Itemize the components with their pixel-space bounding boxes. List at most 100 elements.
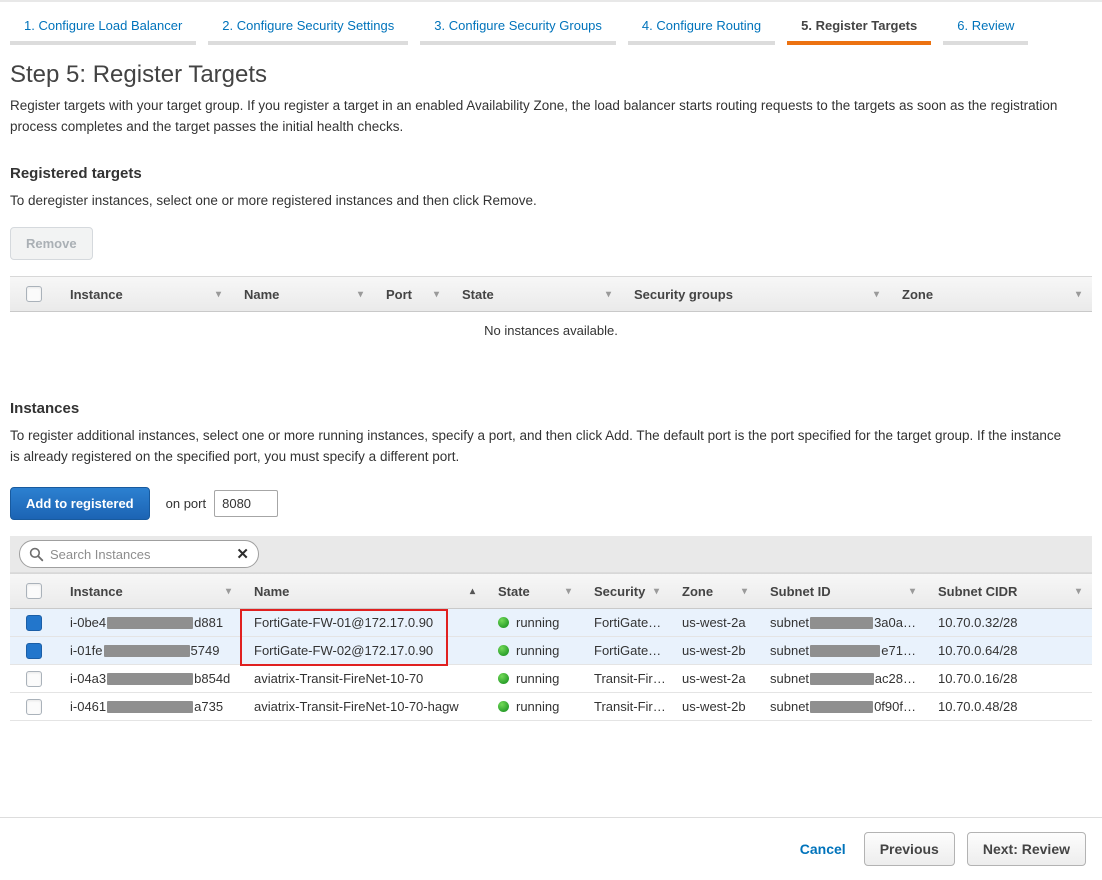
state-text: running — [516, 615, 559, 630]
subnet-id-text: 0f90f… — [874, 699, 916, 714]
redaction-block — [107, 701, 193, 713]
name-cell: FortiGate-FW-01@172.17.0.90 — [242, 609, 486, 636]
zone-cell: us-west-2b — [670, 693, 758, 720]
next-review-button[interactable]: Next: Review — [967, 832, 1086, 866]
instances-heading: Instances — [10, 400, 1092, 417]
table-row[interactable]: i-0be4d881 FortiGate-FW-01@172.17.0.90 r… — [10, 609, 1092, 637]
column-dropdown-icon[interactable]: ▾ — [226, 586, 231, 597]
instance-id-text: i-0be4 — [70, 615, 106, 630]
page-title: Step 5: Register Targets — [10, 61, 1092, 89]
column-dropdown-icon[interactable]: ▾ — [910, 586, 915, 597]
instances-description: To register additional instances, select… — [10, 425, 1070, 467]
subnet-cidr-cell: 10.70.0.32/28 — [926, 609, 1092, 636]
sort-ascending-icon[interactable]: ▴ — [470, 586, 475, 597]
row-checkbox[interactable] — [26, 699, 42, 715]
clear-search-icon[interactable]: ✕ — [236, 547, 249, 562]
instance-id-text: i-0461 — [70, 699, 106, 714]
column-header-zone[interactable]: Zone ▾ — [890, 277, 1092, 311]
registered-targets-heading: Registered targets — [10, 165, 1092, 182]
column-dropdown-icon[interactable]: ▾ — [1076, 289, 1081, 300]
column-header-zone[interactable]: Zone ▾ — [670, 574, 758, 608]
column-dropdown-icon[interactable]: ▾ — [434, 289, 439, 300]
column-header-name[interactable]: Name ▾ — [232, 277, 374, 311]
register-targets-content: Step 5: Register Targets Register target… — [0, 61, 1102, 721]
column-header-state[interactable]: State ▾ — [486, 574, 582, 608]
subnet-id-cell: subnete71… — [758, 637, 926, 664]
instance-id-text: i-01fe — [70, 643, 103, 658]
search-input[interactable] — [50, 547, 236, 562]
table-row[interactable]: i-01fe5749 FortiGate-FW-02@172.17.0.90 r… — [10, 637, 1092, 665]
subnet-id-cell: subnet 0f90f… — [758, 693, 926, 720]
column-label: Instance — [70, 287, 123, 302]
search-instances-box[interactable]: ✕ — [19, 540, 259, 568]
instance-id-cell: i-04a3b854d — [58, 665, 242, 692]
instance-id-cell: i-01fe5749 — [58, 637, 242, 664]
redaction-block — [810, 645, 880, 657]
port-input[interactable] — [214, 490, 278, 517]
security-cell: FortiGate… — [582, 609, 670, 636]
column-header-port[interactable]: Port ▾ — [374, 277, 450, 311]
column-header-state[interactable]: State ▾ — [450, 277, 622, 311]
row-checkbox[interactable] — [26, 643, 42, 659]
state-text: running — [516, 643, 559, 658]
table-row[interactable]: i-0461a735 aviatrix-Transit-FireNet-10-7… — [10, 693, 1092, 721]
column-dropdown-icon[interactable]: ▾ — [742, 586, 747, 597]
row-checkbox[interactable] — [26, 615, 42, 631]
tab-review[interactable]: 6. Review — [943, 12, 1028, 45]
instances-toolbar: ✕ — [10, 536, 1092, 573]
subnet-id-text: subnet — [770, 699, 809, 714]
column-label: Security — [594, 584, 645, 599]
state-text: running — [516, 671, 559, 686]
subnet-id-text: subnet — [770, 643, 809, 658]
state-text: running — [516, 699, 559, 714]
state-cell: running — [486, 609, 582, 636]
instances-table-rows: i-0be4d881 FortiGate-FW-01@172.17.0.90 r… — [10, 609, 1092, 721]
instance-id-text: a735 — [194, 699, 223, 714]
column-dropdown-icon[interactable]: ▾ — [654, 586, 659, 597]
header-checkbox-cell — [10, 574, 58, 608]
column-header-instance[interactable]: Instance ▾ — [58, 574, 242, 608]
select-all-checkbox[interactable] — [26, 286, 42, 302]
tab-configure-security-settings[interactable]: 2. Configure Security Settings — [208, 12, 408, 45]
status-running-icon — [498, 617, 509, 628]
column-dropdown-icon[interactable]: ▾ — [874, 289, 879, 300]
state-cell: running — [486, 665, 582, 692]
tab-configure-routing[interactable]: 4. Configure Routing — [628, 12, 775, 45]
state-cell: running — [486, 693, 582, 720]
column-label: Zone — [902, 287, 933, 302]
previous-button[interactable]: Previous — [864, 832, 955, 866]
on-port-label: on port — [166, 496, 206, 511]
table-row[interactable]: i-04a3b854d aviatrix-Transit-FireNet-10-… — [10, 665, 1092, 693]
column-header-security-groups[interactable]: Security groups ▾ — [622, 277, 890, 311]
instances-table-header: Instance ▾ Name ▴ State ▾ Security ▾ Zon… — [10, 573, 1092, 609]
column-header-subnet-id[interactable]: Subnet ID ▾ — [758, 574, 926, 608]
column-label: State — [498, 584, 530, 599]
wizard-footer: Cancel Previous Next: Review — [0, 817, 1102, 880]
search-icon — [29, 547, 44, 562]
column-header-security[interactable]: Security ▾ — [582, 574, 670, 608]
row-checkbox-cell — [10, 693, 58, 720]
tab-configure-security-groups[interactable]: 3. Configure Security Groups — [420, 12, 616, 45]
column-dropdown-icon[interactable]: ▾ — [1076, 586, 1081, 597]
add-to-registered-button[interactable]: Add to registered — [10, 487, 150, 520]
subnet-id-cell: subnetac28… — [758, 665, 926, 692]
column-dropdown-icon[interactable]: ▾ — [358, 289, 363, 300]
select-all-checkbox[interactable] — [26, 583, 42, 599]
tab-register-targets[interactable]: 5. Register Targets — [787, 12, 931, 45]
instance-id-cell: i-0461 a735 — [58, 693, 242, 720]
zone-cell: us-west-2b — [670, 637, 758, 664]
row-checkbox[interactable] — [26, 671, 42, 687]
remove-button[interactable]: Remove — [10, 227, 93, 260]
column-label: Subnet ID — [770, 584, 831, 599]
column-dropdown-icon[interactable]: ▾ — [566, 586, 571, 597]
column-dropdown-icon[interactable]: ▾ — [216, 289, 221, 300]
column-header-subnet-cidr[interactable]: Subnet CIDR ▾ — [926, 574, 1092, 608]
redaction-block — [810, 701, 873, 713]
header-checkbox-cell — [10, 277, 58, 311]
column-header-instance[interactable]: Instance ▾ — [58, 277, 232, 311]
column-header-name[interactable]: Name ▴ — [242, 574, 486, 608]
column-dropdown-icon[interactable]: ▾ — [606, 289, 611, 300]
cancel-link[interactable]: Cancel — [800, 841, 846, 857]
tab-configure-load-balancer[interactable]: 1. Configure Load Balancer — [10, 12, 196, 45]
subnet-cidr-cell: 10.70.0.64/28 — [926, 637, 1092, 664]
